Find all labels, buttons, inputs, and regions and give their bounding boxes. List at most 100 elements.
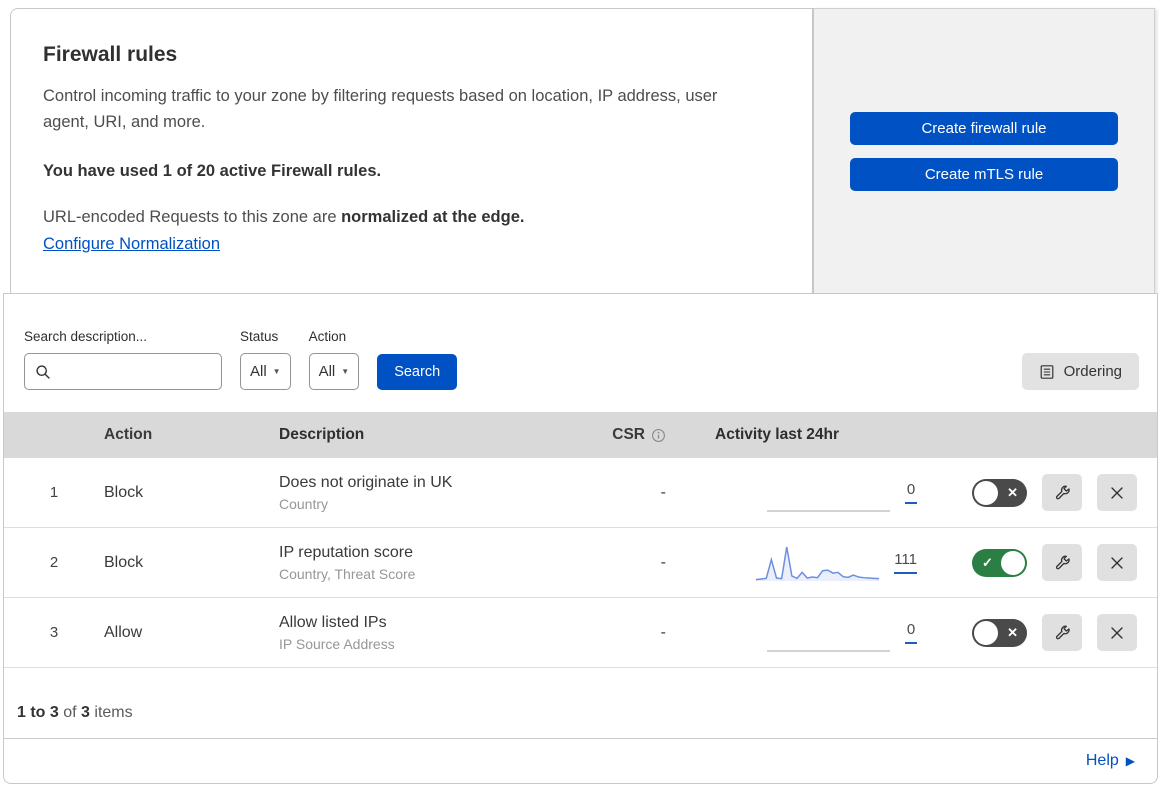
help-link[interactable]: Help ▶ xyxy=(1086,752,1135,770)
rule-enabled-toggle[interactable]: ✕ xyxy=(972,478,1027,507)
chevron-down-icon: ▼ xyxy=(341,367,350,376)
ordering-button[interactable]: Ordering xyxy=(1021,353,1139,390)
table-row: 2 Block IP reputation score Country, Thr… xyxy=(4,528,1157,598)
csr-column-header: CSR xyxy=(607,426,712,444)
activity-count-link[interactable]: 0 xyxy=(905,621,917,644)
close-icon xyxy=(1109,625,1125,641)
rule-csr: - xyxy=(660,553,666,571)
activity-sparkline xyxy=(766,473,891,513)
close-icon xyxy=(1109,485,1125,501)
filter-bar: Search description... Status All ▼ Actio… xyxy=(4,294,1157,412)
activity-count-link[interactable]: 0 xyxy=(905,481,917,504)
toggle-knob xyxy=(974,620,998,645)
rule-enabled-toggle[interactable]: ✓ xyxy=(972,548,1027,577)
wrench-icon xyxy=(1054,554,1071,571)
wrench-icon xyxy=(1054,484,1071,501)
action-column-header: Action xyxy=(104,426,153,443)
rule-criteria: IP Source Address xyxy=(279,635,395,652)
rule-csr: - xyxy=(660,623,666,641)
action-dropdown[interactable]: All ▼ xyxy=(308,353,360,390)
table-row: 3 Allow Allow listed IPs IP Source Addre… xyxy=(4,598,1157,668)
activity-sparkline xyxy=(766,613,891,653)
info-icon[interactable] xyxy=(651,428,666,443)
search-box[interactable] xyxy=(24,353,240,390)
status-field-label: Status xyxy=(240,329,279,344)
firewall-rules-page: Firewall rules Control incoming traffic … xyxy=(0,0,1161,791)
action-field: Action All ▼ xyxy=(308,329,360,390)
search-field: Search description... xyxy=(24,329,240,390)
activity-column-header: Activity last 24hr xyxy=(715,426,840,443)
actions-panel: Create firewall rule Create mTLS rule xyxy=(813,8,1155,293)
rule-description-cell: IP reputation score Country, Threat Scor… xyxy=(279,544,607,582)
table-row: 1 Block Does not originate in UK Country… xyxy=(4,458,1157,528)
csr-column-label: CSR xyxy=(612,426,645,443)
ordering-list-icon xyxy=(1039,364,1055,380)
activity-count-link[interactable]: 111 xyxy=(894,551,917,574)
rule-description: Does not originate in UK xyxy=(279,473,453,491)
intro-card: Firewall rules Control incoming traffic … xyxy=(10,8,813,293)
rule-description: IP reputation score xyxy=(279,543,414,561)
configure-normalization-link[interactable]: Configure Normalization xyxy=(43,235,220,254)
status-dropdown-value: All xyxy=(250,363,267,380)
rule-controls: ✕ xyxy=(942,474,1157,511)
usage-summary: You have used 1 of 20 active Firewall ru… xyxy=(43,161,382,180)
rule-priority: 3 xyxy=(49,624,59,641)
delete-rule-button[interactable] xyxy=(1097,544,1137,581)
rule-enabled-toggle[interactable]: ✕ xyxy=(972,618,1027,647)
normalization-note: URL-encoded Requests to this zone are no… xyxy=(43,208,772,227)
action-dropdown-value: All xyxy=(318,363,336,380)
edit-rule-button[interactable] xyxy=(1042,614,1082,651)
rules-list-card: Search description... Status All ▼ Actio… xyxy=(3,293,1158,784)
edit-rule-button[interactable] xyxy=(1042,544,1082,581)
rule-controls: ✕ xyxy=(942,614,1157,651)
delete-rule-button[interactable] xyxy=(1097,474,1137,511)
search-icon xyxy=(35,364,51,380)
rule-criteria: Country xyxy=(279,495,329,512)
rule-controls: ✓ xyxy=(942,544,1157,581)
toggle-state-icon: ✕ xyxy=(1007,624,1018,640)
rule-activity-cell: 0 xyxy=(712,613,942,653)
rule-description-cell: Does not originate in UK Country xyxy=(279,474,607,512)
normalization-text: URL-encoded Requests to this zone are xyxy=(43,207,342,226)
arrow-right-icon: ▶ xyxy=(1125,754,1135,768)
items-range: 1 to 3 xyxy=(17,704,59,721)
description-column-header: Description xyxy=(279,426,365,443)
search-button[interactable]: Search xyxy=(377,354,458,390)
toggle-state-icon: ✕ xyxy=(1007,484,1018,500)
rule-activity-cell: 111 xyxy=(712,543,942,583)
activity-sparkline xyxy=(755,543,880,583)
rule-activity-cell: 0 xyxy=(712,473,942,513)
toggle-knob xyxy=(1001,550,1025,575)
items-total: 3 xyxy=(81,704,90,721)
ordering-button-label: Ordering xyxy=(1063,363,1122,380)
help-bar: Help ▶ xyxy=(4,738,1157,783)
rule-action: Block xyxy=(104,483,144,501)
edit-rule-button[interactable] xyxy=(1042,474,1082,511)
rule-priority: 2 xyxy=(49,554,59,571)
chevron-down-icon: ▼ xyxy=(272,367,281,376)
status-dropdown[interactable]: All ▼ xyxy=(240,353,291,390)
rule-action: Allow xyxy=(104,623,143,641)
rule-description: Allow listed IPs xyxy=(279,613,387,631)
rule-action: Block xyxy=(104,553,144,571)
items-of: of xyxy=(58,704,82,721)
search-field-label: Search description... xyxy=(24,329,148,344)
create-mtls-rule-button[interactable]: Create mTLS rule xyxy=(850,157,1118,191)
toggle-knob xyxy=(974,480,998,505)
table-header: Action Description CSR Activity last 24h… xyxy=(4,412,1157,458)
normalization-bold-text: normalized at the edge. xyxy=(341,207,525,226)
action-field-label: Action xyxy=(308,329,347,344)
search-input[interactable] xyxy=(59,354,240,389)
page-title: Firewall rules xyxy=(43,43,178,66)
create-firewall-rule-button[interactable]: Create firewall rule xyxy=(850,111,1118,145)
wrench-icon xyxy=(1054,624,1071,641)
toggle-state-icon: ✓ xyxy=(982,554,993,570)
page-description: Control incoming traffic to your zone by… xyxy=(43,87,718,132)
help-link-label: Help xyxy=(1085,752,1119,769)
items-summary: 1 to 3 of 3 items xyxy=(4,668,1157,738)
header-section: Firewall rules Control incoming traffic … xyxy=(10,8,1155,293)
rule-csr: - xyxy=(660,483,666,501)
items-suffix: items xyxy=(89,704,133,721)
rule-priority: 1 xyxy=(49,484,59,501)
delete-rule-button[interactable] xyxy=(1097,614,1137,651)
